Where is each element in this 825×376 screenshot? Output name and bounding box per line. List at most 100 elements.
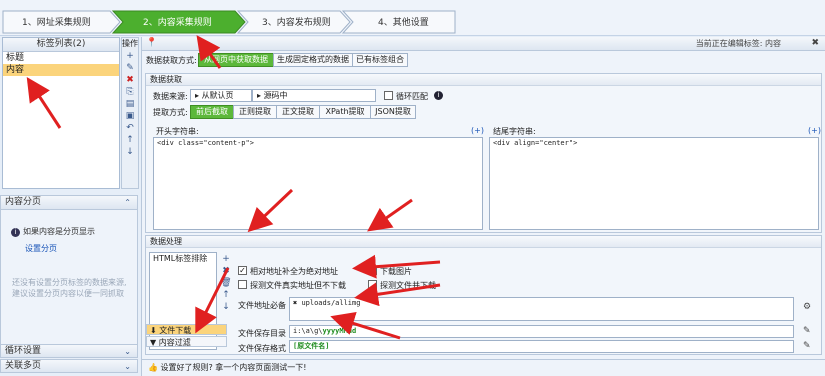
- paging-faint-text: 还没有设置分页标签的数据来源, 建议设置分页内容以便一同抓取: [12, 278, 127, 298]
- source-type-select[interactable]: ▸ 源码中: [252, 89, 376, 102]
- data-fetch-title: 数据获取: [146, 74, 821, 86]
- related-pages-panel[interactable]: 关联多页 ⌄: [0, 359, 138, 373]
- save-dir-input[interactable]: i:\a\g\yyyyMMdd: [289, 325, 794, 338]
- delete-icon[interactable]: ✖: [219, 266, 233, 277]
- extract-mode-json[interactable]: JSON提取: [370, 105, 416, 119]
- editing-label: 当前正在编辑标签: 内容: [695, 39, 781, 48]
- wizard-step-1[interactable]: 1、网址采集规则: [22, 15, 91, 28]
- tab-content-filter-label: 内容过滤: [158, 338, 191, 347]
- tab-content-filter[interactable]: ▼ 内容过滤: [146, 336, 227, 347]
- prefix-input[interactable]: ✖ uploads/allimg: [289, 297, 794, 321]
- end-insert-button[interactable]: (+): [808, 126, 821, 135]
- save-format-value: [原文件名]: [293, 342, 330, 350]
- loop-settings-panel[interactable]: 循环设置 ⌄: [0, 344, 138, 358]
- related-pages-title: 关联多页: [5, 361, 42, 371]
- source-label: 数据来源:: [153, 92, 188, 101]
- tag-list-panel: 标签列表(2) 标题 内容: [2, 37, 120, 189]
- wizard-step-2[interactable]: 2、内容采集规则: [143, 15, 212, 28]
- start-string-input[interactable]: <div class="content-p">: [153, 137, 483, 230]
- save-dir-date-token: yyyyMMdd: [322, 327, 357, 335]
- left-column: 标签列表(2) 标题 内容 操作 + ✎ ✖ ⎘ ▤ ▣ ↶ ↑ ↓ 内容分页 …: [0, 37, 140, 376]
- start-insert-button[interactable]: (+): [471, 126, 484, 135]
- rule-toolbar: + ✖ 🗑 ↑ ↓: [219, 253, 231, 313]
- add-icon[interactable]: +: [123, 51, 137, 62]
- probe-no-download-checkbox[interactable]: [238, 280, 247, 289]
- save-format-label: 文件保存格式: [238, 344, 286, 353]
- wizard-step-bar: 1、网址采集规则 2、内容采集规则 3、内容发布规则 4、其他设置: [0, 0, 825, 36]
- move-down-icon[interactable]: ↓: [219, 302, 233, 313]
- info-icon[interactable]: i: [434, 91, 443, 100]
- test-hint-text[interactable]: 设置好了规则? 拿一个内容页面测试一下!: [161, 363, 307, 372]
- source-page-select[interactable]: ▸ 从默认页: [190, 89, 252, 102]
- loop-settings-title: 循环设置: [5, 346, 42, 356]
- chevron-down-icon[interactable]: ⌄: [124, 345, 131, 358]
- download-images-label: 下载图片: [380, 267, 412, 276]
- tag-toolbar-title: 操作: [122, 39, 138, 48]
- prefix-label: 文件地址必备: [238, 301, 286, 310]
- add-icon[interactable]: +: [219, 254, 233, 265]
- paging-panel: 内容分页 ⌃ i 如果内容是分页显示: [0, 195, 138, 345]
- gear-icon[interactable]: ⚙: [803, 302, 811, 312]
- extract-mode-xpath[interactable]: XPath提取: [319, 105, 371, 119]
- paging-note: i 如果内容是分页显示: [11, 226, 133, 237]
- move-down-icon[interactable]: ↓: [123, 147, 137, 158]
- start-string-label: 开头字符串:: [156, 127, 199, 136]
- download-images-checkbox[interactable]: ✓: [368, 266, 377, 275]
- save-dir-label: 文件保存目录: [238, 329, 286, 338]
- paste-icon[interactable]: ▤: [123, 99, 137, 110]
- thumbs-up-icon: 👍: [148, 363, 158, 372]
- wizard-step-4[interactable]: 4、其他设置: [378, 15, 429, 28]
- loop-match-checkbox[interactable]: [384, 91, 393, 100]
- edit-icon[interactable]: ✎: [803, 341, 811, 351]
- paging-note-text: 如果内容是分页显示: [23, 227, 95, 236]
- save-dir-value: i:\a\g\: [293, 327, 323, 335]
- edit-icon[interactable]: ✎: [123, 63, 137, 74]
- save-format-input[interactable]: [原文件名]: [289, 340, 794, 353]
- source-type-value: 源码中: [263, 91, 288, 100]
- data-process-title: 数据处理: [146, 236, 821, 248]
- move-up-icon[interactable]: ↑: [219, 290, 233, 301]
- main-panel: 📍 当前正在编辑标签: 内容 ✖ 数据获取方式: 从网页中获取数据 生成固定格式…: [141, 37, 825, 376]
- tag-item-content[interactable]: 内容: [3, 64, 119, 76]
- edit-icon[interactable]: ✎: [803, 326, 811, 336]
- extract-mode-regex[interactable]: 正则提取: [233, 105, 277, 119]
- paging-setup-link[interactable]: 设置分页: [25, 243, 57, 254]
- probe-no-download-label: 探测文件真实地址但不下载: [250, 281, 346, 290]
- loop-match-label: 循环匹配: [396, 92, 428, 101]
- copy-icon[interactable]: ⎘: [123, 87, 137, 98]
- tag-toolbar: 操作 + ✎ ✖ ⎘ ▤ ▣ ↶ ↑ ↓: [121, 37, 139, 189]
- method-fixed-format[interactable]: 生成固定格式的数据: [273, 53, 353, 67]
- end-string-label: 结尾字符串:: [493, 127, 536, 136]
- main-header: 📍 当前正在编辑标签: 内容 ✖: [142, 37, 825, 51]
- extract-mode-before-after[interactable]: 前后截取: [190, 105, 234, 119]
- move-up-icon[interactable]: ↑: [123, 135, 137, 146]
- undo-icon[interactable]: ↶: [123, 123, 137, 134]
- paging-header[interactable]: 内容分页 ⌃: [1, 196, 137, 210]
- probe-download-label: 探测文件并下载: [380, 281, 436, 290]
- chevron-down-icon[interactable]: ⌄: [124, 360, 131, 373]
- end-string-input[interactable]: <div align="center">: [489, 137, 819, 230]
- wizard-step-3[interactable]: 3、内容发布规则: [262, 15, 331, 28]
- data-fetch-group: 数据获取 数据来源: ▸ 从默认页 ▸ 源码中 循环匹配 i 提取方式: 前后截…: [145, 73, 822, 233]
- trash-icon[interactable]: 🗑: [219, 278, 233, 289]
- test-hint-bar: 👍 设置好了规则? 拿一个内容页面测试一下!: [142, 359, 825, 376]
- delete-icon[interactable]: ✖: [123, 75, 137, 86]
- close-icon[interactable]: ✖: [811, 37, 819, 50]
- lock-icon[interactable]: ▣: [123, 111, 137, 122]
- method-combine-tags[interactable]: 已有标签组合: [352, 53, 408, 67]
- method-from-page[interactable]: 从网页中获取数据: [198, 53, 274, 67]
- extract-label: 提取方式:: [153, 108, 188, 117]
- tag-item-title[interactable]: 标题: [3, 52, 119, 64]
- data-process-group: 数据处理 HTML标签排除 + ✖ 🗑 ↑ ↓ ⬇ 文件下载 ▼ 内容过滤 ✓ …: [145, 235, 822, 355]
- tab-file-download[interactable]: ⬇ 文件下载: [146, 324, 227, 335]
- chevron-up-icon[interactable]: ⌃: [124, 196, 131, 209]
- extract-mode-text[interactable]: 正文提取: [276, 105, 320, 119]
- tag-list-title: 标签列表(2): [3, 38, 119, 52]
- paging-title: 内容分页: [5, 197, 42, 207]
- rule-item-html-exclude[interactable]: HTML标签排除: [150, 253, 216, 264]
- pin-icon[interactable]: 📍: [146, 38, 157, 48]
- info-icon: i: [11, 228, 20, 237]
- abs-url-checkbox[interactable]: ✓: [238, 266, 247, 275]
- probe-download-checkbox[interactable]: [368, 280, 377, 289]
- tab-file-download-label: 文件下载: [159, 326, 192, 335]
